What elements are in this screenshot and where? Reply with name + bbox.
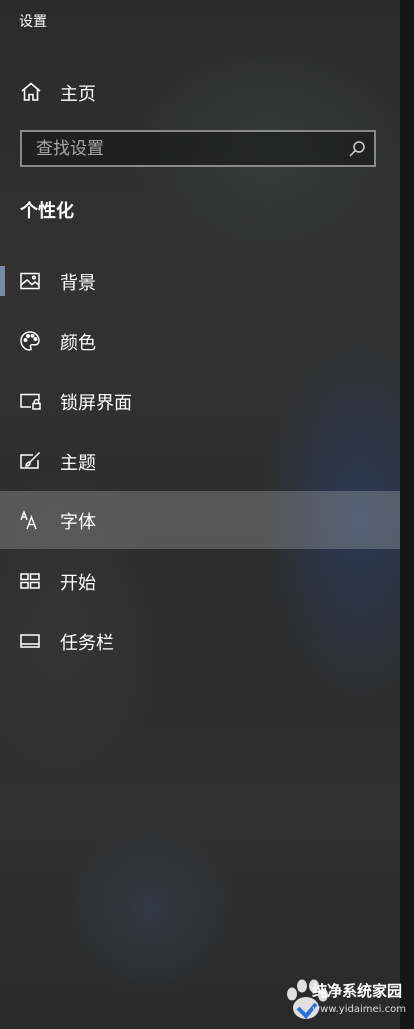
nav-item-start[interactable]: 开始 <box>0 552 400 610</box>
nav-item-label: 开始 <box>60 573 96 594</box>
taskbar-icon <box>19 630 41 652</box>
app-title: 设置 <box>19 14 47 30</box>
palette-icon <box>19 330 41 352</box>
nav-item-label: 背景 <box>60 273 96 294</box>
section-title: 个性化 <box>20 201 74 222</box>
nav-item-label: 字体 <box>60 512 96 533</box>
picture-icon <box>19 270 41 292</box>
home-icon <box>20 81 42 103</box>
lock-screen-icon <box>19 390 41 412</box>
settings-nav-pane: 设置 主页 个性化 背景 <box>0 0 400 1029</box>
nav-item-colors[interactable]: 颜色 <box>0 312 400 370</box>
watermark-logo: 纯净系统家园 www.yidaimei.com <box>272 972 412 1028</box>
search-icon[interactable] <box>348 140 366 158</box>
start-icon <box>19 570 41 592</box>
search-input[interactable] <box>22 132 342 165</box>
nav-item-label: 颜色 <box>60 333 96 354</box>
search-box[interactable] <box>20 130 376 167</box>
nav-item-taskbar[interactable]: 任务栏 <box>0 612 400 670</box>
theme-brush-icon <box>19 450 41 472</box>
nav-item-label: 主题 <box>60 453 96 474</box>
nav-item-themes[interactable]: 主题 <box>0 432 400 490</box>
selection-indicator <box>0 266 5 296</box>
home-label: 主页 <box>60 84 96 105</box>
nav-item-label: 任务栏 <box>60 633 114 654</box>
nav-item-lock-screen[interactable]: 锁屏界面 <box>0 372 400 430</box>
window-edge <box>400 0 414 1029</box>
home-nav-item[interactable]: 主页 <box>0 70 400 114</box>
font-icon <box>19 509 41 531</box>
watermark-name: 纯净系统家园 <box>312 982 403 1000</box>
nav-item-fonts[interactable]: 字体 <box>0 491 400 549</box>
nav-item-background[interactable]: 背景 <box>0 252 400 310</box>
watermark-url: www.yidaimei.com <box>312 1004 406 1015</box>
nav-item-label: 锁屏界面 <box>60 393 132 414</box>
